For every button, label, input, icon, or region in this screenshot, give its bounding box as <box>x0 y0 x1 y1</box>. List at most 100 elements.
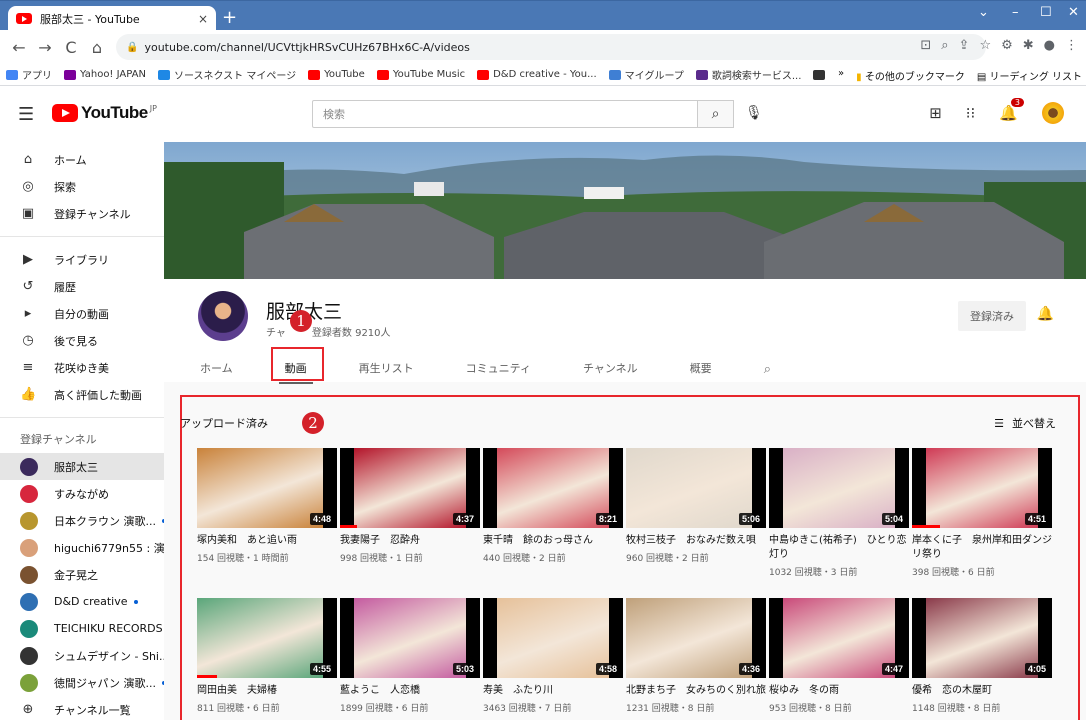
sidebar-item-library-0[interactable]: ▶ ライブラリ <box>0 246 164 273</box>
sidebar-item-library-2[interactable]: ▸ 自分の動画 <box>0 300 164 327</box>
video-card[interactable]: 5:06 牧村三枝子 おなみだ数え唄 960 回視聴・2 日前 <box>626 448 766 586</box>
video-card[interactable]: 4:48 塚内美和 あと追い雨 154 回視聴・1 時間前 <box>197 448 337 586</box>
video-title[interactable]: 優希 恋の木屋町 <box>912 684 1052 698</box>
video-title[interactable]: 藍ようこ 人恋橋 <box>340 684 480 698</box>
notification-bell-icon[interactable]: 🔔 <box>1037 306 1054 322</box>
video-card[interactable]: 8:21 東千晴 餘のおっ母さん 440 回視聴・2 日前 <box>483 448 623 586</box>
video-title[interactable]: 北野まち子 女みちのく別れ旅 <box>626 684 766 698</box>
create-video-icon[interactable]: ⊞ <box>929 104 942 122</box>
search-button[interactable]: ⌕ <box>698 100 734 128</box>
video-card[interactable]: 4:47 桜ゆみ 冬の雨 953 回視聴・8 日前 <box>769 598 909 720</box>
video-thumbnail[interactable]: 5:03 <box>340 598 480 678</box>
video-card[interactable]: 4:36 北野まち子 女みちのく別れ旅 1231 回視聴・8 日前 <box>626 598 766 720</box>
extension-icon[interactable]: ⚙ <box>1001 38 1013 53</box>
browser-tab[interactable]: 服部太三 - YouTube × <box>8 6 216 31</box>
video-title[interactable]: 中島ゆきこ(祐希子) ひとり恋灯り <box>769 534 909 562</box>
hamburger-menu-icon[interactable]: ☰ <box>18 104 34 125</box>
sidebar-subscription-item[interactable]: 服部太三 <box>0 453 164 480</box>
sidebar-item-library-3[interactable]: ◷ 後で見る <box>0 327 164 354</box>
video-title[interactable]: 岸本くに子 泉州岸和田ダンジリ祭り <box>912 534 1052 562</box>
bookmark-star-icon[interactable]: ☆ <box>979 38 991 53</box>
video-thumbnail[interactable]: 4:47 <box>769 598 909 678</box>
bookmark-item[interactable]: YouTube <box>308 69 365 80</box>
bookmarks-more-icon[interactable]: » <box>838 68 844 83</box>
zoom-icon[interactable]: ⌕ <box>941 38 948 53</box>
youtube-logo[interactable]: YouTube JP <box>52 103 157 123</box>
new-tab-button[interactable]: + <box>222 7 237 28</box>
sort-button[interactable]: ☰ 並べ替え <box>994 415 1056 431</box>
sidebar-subscription-item[interactable]: ⊕ チャンネル一覧 <box>0 696 164 720</box>
back-icon[interactable]: ← <box>8 38 30 57</box>
subscribed-button[interactable]: 登録済み <box>958 301 1026 331</box>
close-window-icon[interactable]: ✕ <box>1068 5 1079 20</box>
video-title[interactable]: 塚内美和 あと追い雨 <box>197 534 337 548</box>
video-thumbnail[interactable]: 4:55 <box>197 598 337 678</box>
profile-icon[interactable]: ● <box>1044 38 1055 53</box>
apps-grid-icon[interactable]: ⁝⁝ <box>966 104 976 122</box>
video-thumbnail[interactable]: 4:37 <box>340 448 480 528</box>
video-card[interactable]: 4:51 岸本くに子 泉州岸和田ダンジリ祭り 398 回視聴・6 日前 <box>912 448 1052 586</box>
sidebar-subscription-item[interactable]: 金子晃之 <box>0 561 164 588</box>
reload-icon[interactable]: C <box>60 38 82 57</box>
video-thumbnail[interactable]: 5:04 <box>769 448 909 528</box>
sidebar-item-main-2[interactable]: ▣ 登録チャンネル <box>0 200 164 227</box>
tab-close-icon[interactable]: × <box>198 12 208 26</box>
channel-tab[interactable]: チャンネル <box>583 354 638 384</box>
video-card[interactable]: 4:05 優希 恋の木屋町 1148 回視聴・8 日前 <box>912 598 1052 720</box>
sidebar-subscription-item[interactable]: higuchi6779n55 : 演... <box>0 534 164 561</box>
sidebar-item-main-0[interactable]: ⌂ ホーム <box>0 146 164 173</box>
video-thumbnail[interactable]: 4:36 <box>626 598 766 678</box>
sidebar-subscription-item[interactable]: 日本クラウン 演歌... <box>0 507 164 534</box>
sidebar-item-library-1[interactable]: ↺ 履歴 <box>0 273 164 300</box>
channel-tab[interactable]: 概要 <box>690 354 712 384</box>
channel-search-icon[interactable]: ⌕ <box>764 362 771 377</box>
puzzle-icon[interactable]: ✱ <box>1023 38 1034 53</box>
video-card[interactable]: 4:58 寿美 ふたり川 3463 回視聴・7 日前 <box>483 598 623 720</box>
search-input[interactable]: 検索 <box>312 100 698 128</box>
video-thumbnail[interactable]: 5:06 <box>626 448 766 528</box>
bookmark-item[interactable]: Yahoo! JAPAN <box>64 69 146 80</box>
microphone-icon[interactable]: 🎙 <box>745 105 763 121</box>
minimize-icon[interactable]: – <box>1012 5 1019 20</box>
sidebar-item-library-4[interactable]: ≡ 花咲ゆき美 <box>0 354 164 381</box>
url-input[interactable]: 🔒 youtube.com/channel/UCVttjkHRSvCUHz67B… <box>116 34 986 60</box>
video-title[interactable]: 岡田由美 夫婦椿 <box>197 684 337 698</box>
bookmark-item[interactable]: D&D creative - You... <box>477 69 597 80</box>
video-thumbnail[interactable]: 4:58 <box>483 598 623 678</box>
home-icon[interactable]: ⌂ <box>86 38 108 57</box>
sidebar-subscription-item[interactable]: すみながめ <box>0 480 164 507</box>
sidebar-item-main-1[interactable]: ◎ 探索 <box>0 173 164 200</box>
channel-tab[interactable]: コミュニティ <box>466 354 531 384</box>
video-thumbnail[interactable]: 4:51 <box>912 448 1052 528</box>
install-app-icon[interactable]: ⊡ <box>920 38 931 53</box>
video-title[interactable]: 寿美 ふたり川 <box>483 684 623 698</box>
video-card[interactable]: 4:37 我妻陽子 忍酔舟 998 回視聴・1 日前 <box>340 448 480 586</box>
video-title[interactable]: 東千晴 餘のおっ母さん <box>483 534 623 548</box>
sidebar-subscription-item[interactable]: 徳間ジャパン 演歌... <box>0 669 164 696</box>
channel-tab[interactable]: 再生リスト <box>359 354 414 384</box>
bookmark-item[interactable]: YouTube Music <box>376 69 465 80</box>
video-title[interactable]: 我妻陽子 忍酔舟 <box>340 534 480 548</box>
sidebar-subscription-item[interactable]: シュムデザイン - Shi... <box>0 642 164 669</box>
video-thumbnail[interactable]: 4:48 <box>197 448 337 528</box>
sidebar-subscription-item[interactable]: D&D creative <box>0 588 164 615</box>
maximize-icon[interactable]: ☐ <box>1040 5 1052 20</box>
video-card[interactable]: 4:55 岡田由美 夫婦椿 811 回視聴・6 日前 <box>197 598 337 720</box>
video-thumbnail[interactable]: 4:05 <box>912 598 1052 678</box>
bookmark-item[interactable]: マイグループ <box>608 67 684 82</box>
bookmark-item[interactable]: 歌詞検索サービス... <box>695 67 801 82</box>
forward-icon[interactable]: → <box>34 38 56 57</box>
tab-search-chevron-icon[interactable]: ⌄ <box>978 5 989 20</box>
video-thumbnail[interactable]: 8:21 <box>483 448 623 528</box>
sidebar-subscription-item[interactable]: TEICHIKU RECORDS <box>0 615 164 642</box>
sidebar-item-library-5[interactable]: 👍 高く評価した動画 <box>0 381 164 408</box>
bookmark-item[interactable]: ソースネクスト マイページ <box>157 67 296 82</box>
other-bookmarks[interactable]: ▮ その他のブックマーク <box>856 68 965 83</box>
channel-tab[interactable]: ホーム <box>200 354 233 384</box>
reading-list[interactable]: ▤ リーディング リスト <box>977 68 1082 83</box>
bookmark-item[interactable]: アプリ <box>6 67 52 82</box>
notifications-bell-icon[interactable]: 🔔 3 <box>999 98 1024 122</box>
menu-icon[interactable]: ⋮ <box>1065 38 1078 53</box>
video-card[interactable]: 5:03 藍ようこ 人恋橋 1899 回視聴・6 日前 <box>340 598 480 720</box>
video-card[interactable]: 5:04 中島ゆきこ(祐希子) ひとり恋灯り 1032 回視聴・3 日前 <box>769 448 909 586</box>
